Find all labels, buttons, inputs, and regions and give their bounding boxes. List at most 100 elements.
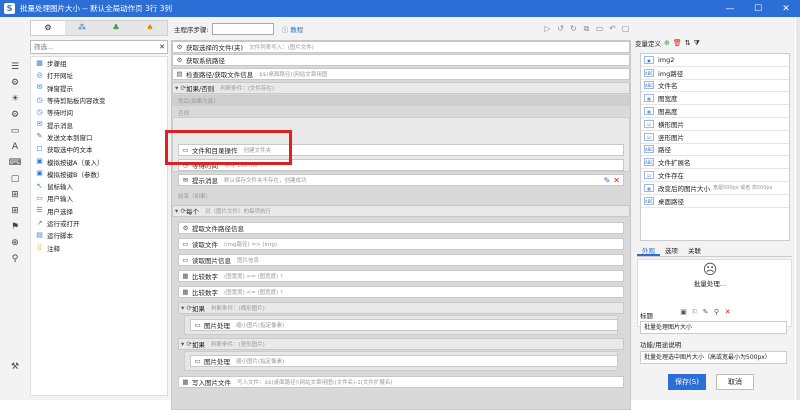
variable-item[interactable]: ABC img路径 <box>641 67 789 80</box>
history-icon[interactable]: ↶ <box>607 24 618 34</box>
description-field[interactable]: 批量处理选中图片大小（高或宽最小为500px） <box>640 351 787 364</box>
note-icon: ▯ <box>37 243 42 252</box>
settings-icon[interactable]: ☀ <box>6 91 24 107</box>
image-icon: ▭ <box>194 357 201 365</box>
variable-item[interactable]: ▣ img2 <box>641 54 789 67</box>
step-row[interactable]: ▭ 图片处理 缩小图片(指定像素) <box>190 319 618 331</box>
tab-extensions[interactable]: ♠ <box>133 21 167 35</box>
variable-item[interactable]: ☑ 横形图片 <box>641 118 789 131</box>
list-icon[interactable]: ☰ <box>6 59 24 75</box>
clear-icon[interactable]: ✕ <box>157 43 167 51</box>
step-row[interactable]: ✉ 提示消息 默认保存文件夹不存在，创建成功 ✎ ✕ <box>178 174 624 186</box>
palette-item[interactable]: ◷ 等待时间 <box>31 106 167 118</box>
link-icon[interactable]: ⚲ <box>6 251 24 267</box>
remove-icon[interactable]: ✕ <box>722 308 733 316</box>
step-row[interactable]: ▭ 图片处理 缩小图片(指定像素) <box>190 355 618 367</box>
step-row[interactable]: ▤ 检查路径/获取文件信息 $$(桌面路径)\网站文章用图 <box>172 68 630 80</box>
title-field[interactable]: 批量处理图片大小 <box>640 321 787 334</box>
tab-network[interactable]: ⁂ <box>65 21 99 35</box>
step-row[interactable]: ▭ 读取文件 (img路径) => (img) <box>178 238 624 250</box>
undo-icon[interactable]: ↺ <box>555 24 566 34</box>
step-row[interactable]: ⚙ 提取文件路径信息 <box>178 222 624 234</box>
variable-item[interactable]: ▦ 改变后的图片大小 宽最500px 或者 高500px <box>641 182 789 195</box>
steps-input[interactable] <box>211 23 274 35</box>
cancel-button[interactable]: 取消 <box>716 374 754 390</box>
close-button[interactable]: ✕ <box>772 0 800 17</box>
variable-item[interactable]: ☑ 竖形图片 <box>641 131 789 144</box>
delete-icon[interactable]: ✕ <box>613 176 620 185</box>
step-row[interactable]: ▭ 读取图片信息 图片信息 <box>178 254 624 266</box>
palette-item[interactable]: ☰ 用户选择 <box>31 205 167 217</box>
step-row[interactable]: ⚙ 获取选择的文件(夹) 文件列表写入：(图片文件) <box>172 41 630 53</box>
redo-icon[interactable]: ↻ <box>568 24 579 34</box>
file-icon[interactable]: ▢ <box>6 171 24 187</box>
window-icon[interactable]: ⚙ <box>6 107 24 123</box>
if-header[interactable]: ▾ ⟳ 如果 判断条件：(竖形图片) <box>178 338 624 350</box>
variable-item[interactable]: ▦ 图宽度 <box>641 92 789 106</box>
palette-item[interactable]: ▭ 用户输入 <box>31 192 167 204</box>
tab-plugins[interactable]: ♣ <box>99 21 133 35</box>
tab-appearance[interactable]: 外观 <box>637 243 660 256</box>
step-row[interactable]: ▦ 比较数字 (图宽度) >= (图宽度) ? <box>178 270 624 282</box>
foreach-header[interactable]: ▾ ⟳ 每个 对（图片文件）的每项执行 <box>172 205 630 217</box>
shirt-icon[interactable]: ⚲ <box>711 308 722 316</box>
branch-icon[interactable]: ⚑ <box>6 219 24 235</box>
variable-item[interactable]: ABC 路径 <box>641 144 789 157</box>
gear-icon[interactable]: ⚙ <box>6 75 24 91</box>
tab-general[interactable]: ⚙ <box>31 21 65 35</box>
palette-item[interactable]: ◷ 等待剪贴板内容改变 <box>31 94 167 106</box>
tab-links[interactable]: 关联 <box>683 243 706 256</box>
edit-icon[interactable]: ✎ <box>604 176 611 185</box>
variable-item[interactable]: ABC 文件扩展名 <box>641 156 789 170</box>
windows-icon[interactable]: ⊞ <box>6 187 24 203</box>
palette-item[interactable]: ✉ 弹窗提示 <box>31 82 167 94</box>
run-icon[interactable]: ▷ <box>542 24 553 34</box>
palette-item[interactable]: ✎ 发送文本到窗口 <box>31 131 167 143</box>
grid-icon[interactable]: ⊞ <box>6 203 24 219</box>
copy-icon[interactable]: ⧉ <box>581 24 592 34</box>
delete-icon[interactable]: 🗑 <box>673 39 682 47</box>
image-icon[interactable]: ▣ <box>678 308 689 316</box>
keyboard-icon[interactable]: ⌨ <box>6 155 24 171</box>
filter-icon[interactable]: ⧩ <box>694 39 700 48</box>
variable-item[interactable]: ABC 文件名 <box>641 80 789 93</box>
add-icon[interactable]: ⊕ <box>664 39 670 47</box>
step-row[interactable]: ▦ 比较数字 (图宽度) <= (图宽度) ? <box>178 286 624 298</box>
box-icon[interactable]: ▭ <box>594 24 605 34</box>
expand-icon[interactable]: ▢ <box>620 24 631 34</box>
text-icon[interactable]: A <box>6 139 24 155</box>
palette-item[interactable]: ☐ 获取选中的文本 <box>31 143 167 155</box>
action-preview[interactable]: ☹ 批量处理... <box>675 262 745 302</box>
palette-item[interactable]: ▤ 运行脚本 <box>31 229 167 241</box>
palette-item[interactable]: ↗ 运行或打开 <box>31 217 167 229</box>
palette-search: ✕ <box>30 40 168 54</box>
sort-icon[interactable]: ⇅ <box>685 39 691 47</box>
if-else-header[interactable]: ▾ ⟳ 如果/否则 判断条件：(文件存在) <box>172 82 630 94</box>
maximize-button[interactable]: ☐ <box>744 0 772 17</box>
tab-options[interactable]: 选项 <box>660 243 683 256</box>
minimize-button[interactable]: — <box>716 0 744 17</box>
pencil-icon[interactable]: ✎ <box>700 308 711 316</box>
palette-item[interactable]: ↖ 鼠标输入 <box>31 180 167 192</box>
palette-item[interactable]: ▣ 模拟按键A（录入） <box>31 155 167 167</box>
steps-label: 主程序步骤: <box>174 26 209 34</box>
variable-item[interactable]: ☑ 文件存在 <box>641 169 789 182</box>
globe-icon[interactable]: ⊕ <box>6 235 24 251</box>
palette-item[interactable]: ✉ 提示消息 <box>31 118 167 130</box>
palette-item[interactable]: ▣ 模拟按键B（参数） <box>31 168 167 180</box>
wrench-icon[interactable]: ⚒ <box>6 359 24 375</box>
if-header[interactable]: ▾ ⟳ 如果 判断条件：(横形图片) <box>178 302 624 314</box>
step-row[interactable]: ⚙ 获取系统路径 <box>172 54 630 66</box>
save-button[interactable]: 保存(S) <box>668 374 706 390</box>
variable-item[interactable]: ABC 桌面路径 <box>641 195 789 208</box>
step-row[interactable]: ▦ 写入图片文件 写入文件：$$(桌面路径)\网站文章用图\(文件名)-1(文件扩展… <box>178 376 624 388</box>
frame-icon[interactable]: ▭ <box>6 123 24 139</box>
help-link[interactable]: ⓘ 教程 <box>282 24 304 34</box>
palette-item[interactable]: ▯ 注释 <box>31 241 167 253</box>
variable-item[interactable]: ▦ 图高度 <box>641 105 789 118</box>
search-input[interactable] <box>31 43 157 51</box>
flag-icon[interactable]: ⚐ <box>689 308 700 316</box>
window-scrollbar[interactable] <box>796 17 800 400</box>
palette-item[interactable]: ◎ 打开网址 <box>31 69 167 81</box>
palette-item[interactable]: ▦ 步骤组 <box>31 57 167 69</box>
